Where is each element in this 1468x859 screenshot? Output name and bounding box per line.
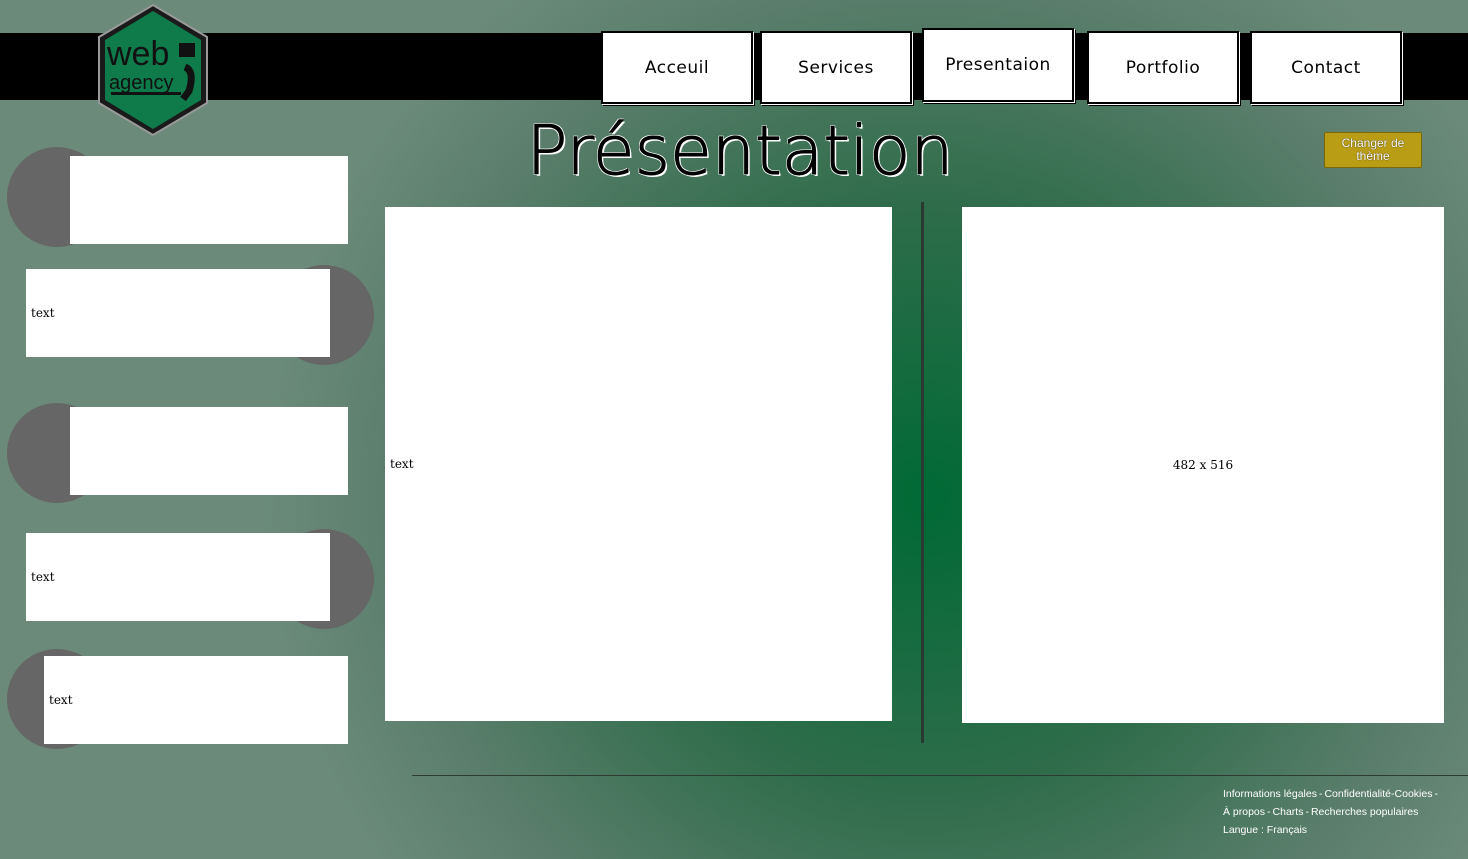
- sidebar-card: [70, 156, 348, 244]
- footer-link-popular[interactable]: Recherches populaires: [1311, 806, 1418, 818]
- nav-services[interactable]: Services: [760, 31, 912, 104]
- change-theme-button[interactable]: Changer de thème: [1324, 132, 1422, 168]
- nav-acceuil[interactable]: Acceuil: [601, 31, 753, 104]
- svg-text:agency: agency: [109, 72, 174, 94]
- footer-link-charts[interactable]: Charts: [1273, 806, 1304, 818]
- nav-portfolio[interactable]: Portfolio: [1087, 31, 1239, 104]
- footer-link-about[interactable]: À propos: [1223, 806, 1265, 818]
- sidebar-card: text: [44, 656, 348, 744]
- footer-links: Informations légales - Confidentialité-Coo…: [1223, 788, 1438, 836]
- sidebar-card: text: [26, 269, 330, 357]
- footer-language[interactable]: Langue : Français: [1223, 824, 1307, 836]
- footer-link-legal[interactable]: Informations légales: [1223, 788, 1317, 800]
- footer-link-privacy[interactable]: Confidentialité: [1324, 788, 1391, 800]
- sidebar-card: text: [26, 533, 330, 621]
- nav-contact[interactable]: Contact: [1250, 31, 1402, 104]
- sidebar-card: [70, 407, 348, 495]
- image-placeholder: 482 x 516: [962, 207, 1444, 723]
- svg-text:web: web: [106, 35, 169, 73]
- web-agency-logo[interactable]: web agency: [97, 3, 209, 137]
- footer-link-cookies[interactable]: Cookies: [1395, 788, 1433, 800]
- page-title: Présentation: [526, 112, 954, 192]
- footer-divider: [412, 775, 1468, 776]
- nav-presentation[interactable]: Presentaion: [922, 28, 1074, 102]
- vertical-divider: [921, 202, 924, 743]
- presentation-text-panel: text: [385, 207, 892, 721]
